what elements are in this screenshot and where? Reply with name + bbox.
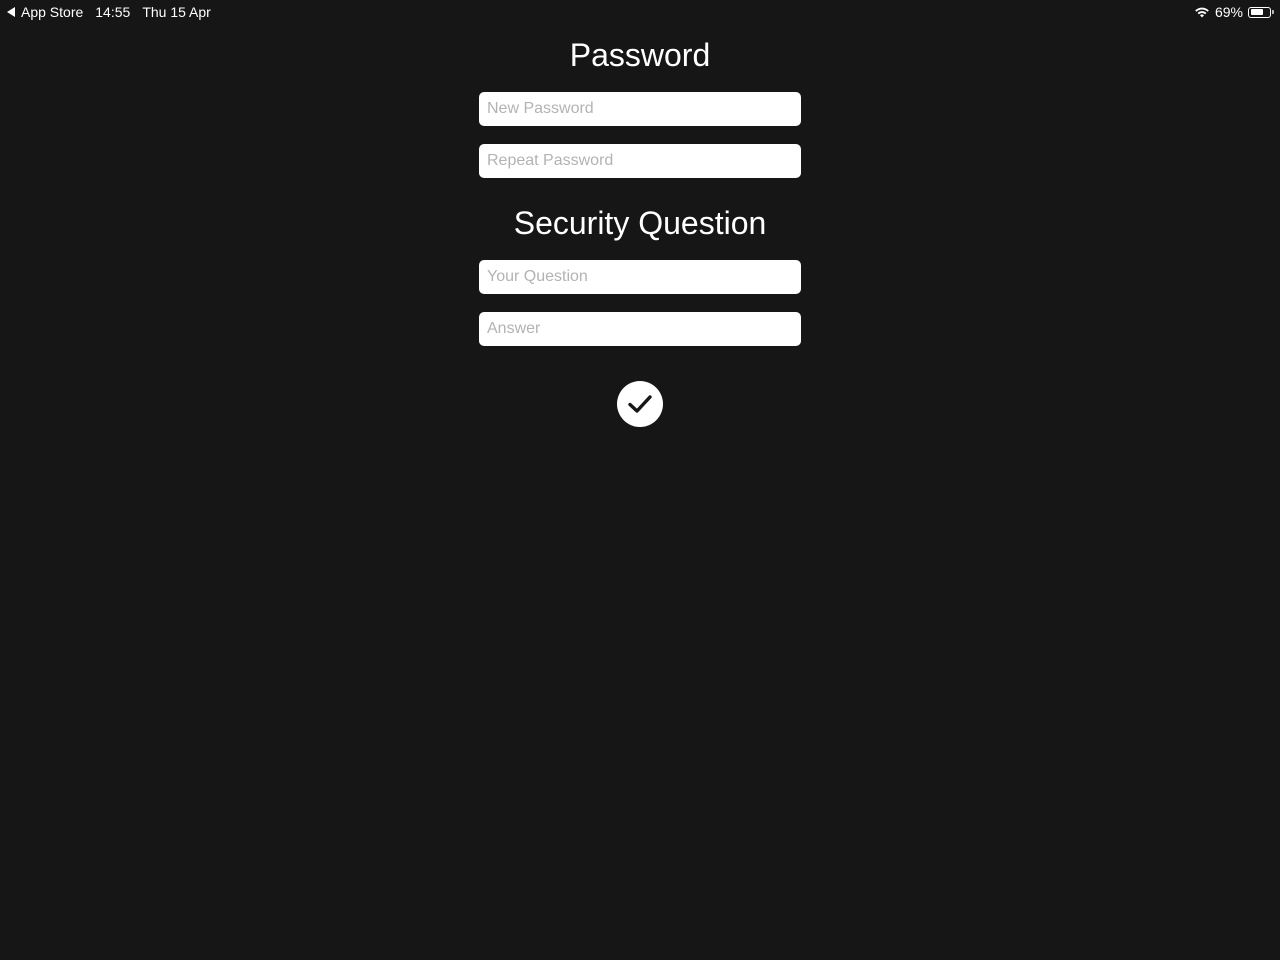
- status-indicators: 69%: [1195, 3, 1274, 21]
- battery-icon: [1248, 6, 1274, 18]
- battery-cap: [1272, 10, 1274, 14]
- back-to-app-store[interactable]: App Store 14:55 Thu 15 Apr: [7, 3, 211, 21]
- confirm-button[interactable]: [617, 381, 663, 427]
- status-date: Thu 15 Apr: [142, 4, 211, 20]
- checkmark-icon: [628, 395, 652, 413]
- security-question-input[interactable]: [479, 260, 801, 294]
- wifi-icon: [1195, 7, 1209, 17]
- battery-body: [1248, 6, 1271, 18]
- battery-fill: [1250, 9, 1263, 15]
- repeat-password-input[interactable]: [479, 144, 801, 178]
- back-arrow-icon: [7, 7, 15, 17]
- app-screen: App Store 14:55 Thu 15 Apr 69% Password …: [0, 0, 1280, 960]
- status-time: 14:55: [95, 4, 131, 20]
- battery-percent: 69%: [1214, 4, 1243, 20]
- security-answer-input[interactable]: [479, 312, 801, 346]
- security-question-title: Security Question: [513, 205, 767, 241]
- status-bar: App Store 14:55 Thu 15 Apr 69%: [0, 0, 1280, 24]
- new-password-input[interactable]: [479, 92, 801, 126]
- password-title: Password: [569, 37, 711, 73]
- back-label: App Store: [21, 4, 84, 20]
